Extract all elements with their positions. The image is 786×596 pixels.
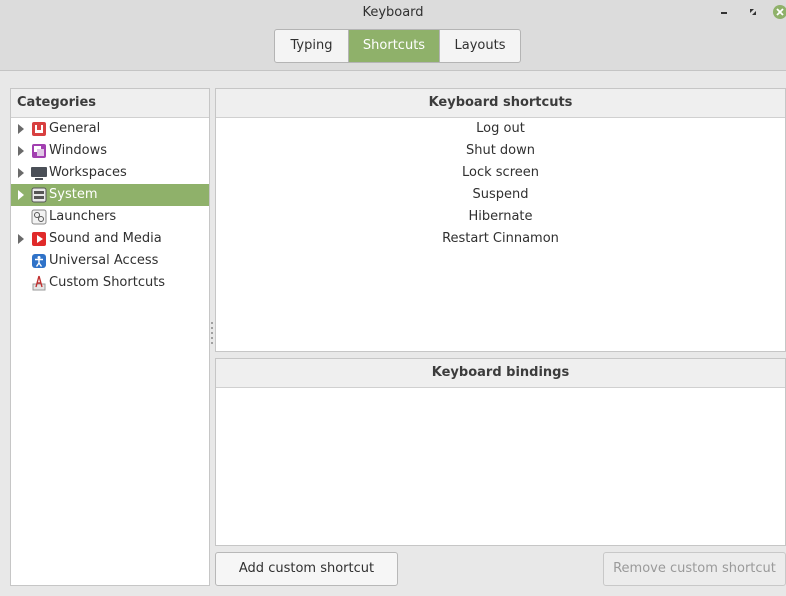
shortcuts-header: Keyboard shortcuts — [216, 89, 785, 118]
bindings-header: Keyboard bindings — [216, 359, 785, 388]
category-label: System — [49, 187, 98, 202]
shortcut-lock-screen[interactable]: Lock screen — [216, 162, 785, 184]
categories-header: Categories — [11, 89, 209, 118]
system-icon — [31, 187, 47, 203]
maximize-button[interactable] — [745, 4, 761, 20]
general-icon — [31, 121, 47, 137]
universal-access-icon — [31, 253, 47, 269]
expander-icon[interactable] — [18, 146, 24, 156]
add-custom-shortcut-button[interactable]: Add custom shortcut — [215, 552, 398, 586]
expander-icon[interactable] — [18, 168, 24, 178]
category-label: Custom Shortcuts — [49, 275, 166, 290]
expander-icon[interactable] — [18, 190, 24, 200]
expander-icon[interactable] — [18, 234, 24, 244]
custom-shortcuts-icon — [31, 275, 47, 291]
category-label: General — [49, 121, 101, 136]
tab-shortcuts[interactable]: Shortcuts — [349, 30, 440, 62]
category-sound-and-media[interactable]: Sound and Media — [11, 228, 209, 250]
shortcut-restart-cinnamon[interactable]: Restart Cinnamon — [216, 228, 785, 250]
sound-media-icon — [31, 231, 47, 247]
launchers-icon — [31, 209, 47, 225]
category-custom-shortcuts[interactable]: Custom Shortcuts — [11, 272, 209, 294]
category-label: Windows — [49, 143, 108, 158]
tab-typing[interactable]: Typing — [275, 30, 349, 62]
shortcut-hibernate[interactable]: Hibernate — [216, 206, 785, 228]
category-label: Workspaces — [49, 165, 127, 180]
windows-icon — [31, 143, 47, 159]
categories-list: General Windows Workspaces System Launch… — [11, 118, 209, 294]
title-bar: Keyboard Typing Shortcuts Layouts — [0, 0, 786, 71]
maximize-icon — [750, 9, 756, 15]
category-windows[interactable]: Windows — [11, 140, 209, 162]
shortcuts-panel: Keyboard shortcuts Log out Shut down Loc… — [215, 88, 786, 352]
pane-splitter[interactable] — [210, 322, 214, 352]
close-icon — [773, 5, 786, 19]
close-button[interactable] — [772, 4, 786, 20]
minimize-button[interactable] — [716, 4, 732, 20]
minimize-icon — [721, 12, 727, 14]
shortcut-shut-down[interactable]: Shut down — [216, 140, 785, 162]
bindings-panel: Keyboard bindings — [215, 358, 786, 546]
category-launchers[interactable]: Launchers — [11, 206, 209, 228]
category-system[interactable]: System — [11, 184, 209, 206]
shortcut-log-out[interactable]: Log out — [216, 118, 785, 140]
tab-switcher: Typing Shortcuts Layouts — [274, 29, 521, 63]
category-universal-access[interactable]: Universal Access — [11, 250, 209, 272]
categories-panel: Categories General Windows Workspaces Sy… — [10, 88, 210, 586]
window-title: Keyboard — [362, 5, 424, 20]
category-label: Universal Access — [49, 253, 159, 268]
shortcut-suspend[interactable]: Suspend — [216, 184, 785, 206]
category-general[interactable]: General — [11, 118, 209, 140]
category-label: Sound and Media — [49, 231, 162, 246]
remove-custom-shortcut-button[interactable]: Remove custom shortcut — [603, 552, 786, 586]
tab-layouts[interactable]: Layouts — [440, 30, 520, 62]
category-label: Launchers — [49, 209, 117, 224]
expander-icon[interactable] — [18, 124, 24, 134]
category-workspaces[interactable]: Workspaces — [11, 162, 209, 184]
shortcuts-list: Log out Shut down Lock screen Suspend Hi… — [216, 118, 785, 250]
workspaces-icon — [31, 165, 47, 181]
